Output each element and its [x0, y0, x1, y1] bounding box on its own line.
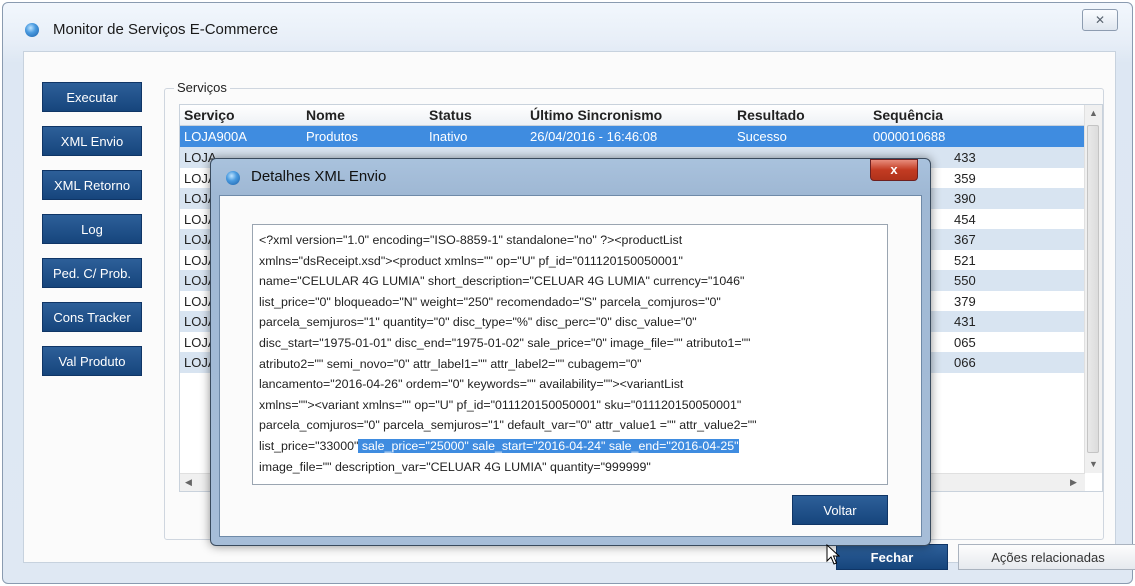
- table-cell-sequencia: 433: [954, 150, 976, 165]
- table-cell: 0000010688: [873, 129, 946, 144]
- vertical-scrollbar[interactable]: ▲ ▼: [1084, 105, 1102, 473]
- xml-content: <?xml version="1.0" encoding="ISO-8859-1…: [259, 230, 881, 477]
- table-cell: Sucesso: [737, 129, 787, 144]
- table-cell: LOJA900A: [184, 129, 247, 144]
- dialog-close-button[interactable]: x: [870, 159, 918, 181]
- xml-line: parcela_semjuros="1" quantity="0" disc_t…: [259, 315, 697, 330]
- xml-line: xmlns=""><variant xmlns="" op="U" pf_id=…: [259, 397, 742, 412]
- xml-line: <?xml version="1.0" encoding="ISO-8859-1…: [259, 233, 683, 247]
- column-header[interactable]: Serviço: [184, 107, 235, 123]
- table-cell: Inativo: [429, 129, 468, 144]
- xml-text-area[interactable]: <?xml version="1.0" encoding="ISO-8859-1…: [252, 224, 888, 485]
- scroll-up-arrow-icon[interactable]: ▲: [1089, 108, 1098, 118]
- action-button-7[interactable]: Val Produto: [42, 346, 142, 376]
- action-button-2[interactable]: XML Envio: [42, 126, 142, 156]
- acoes-relacionadas-button[interactable]: Ações relacionadas: [958, 544, 1135, 570]
- voltar-button[interactable]: Voltar: [792, 495, 888, 525]
- app-logo-icon: [25, 23, 39, 37]
- column-header[interactable]: Último Sincronismo: [530, 107, 662, 123]
- title-bar: Monitor de Serviços E-Commerce ✕: [3, 3, 1132, 53]
- dialog-app-icon: [226, 171, 240, 185]
- xml-line: atributo2="" semi_novo="0" attr_label1="…: [259, 356, 642, 371]
- xml-line: list_price="0" bloqueado="N" weight="250…: [259, 294, 721, 309]
- xml-line: parcela_comjuros="0" parcela_semjuros="1…: [259, 418, 757, 433]
- action-button-6[interactable]: Cons Tracker: [42, 302, 142, 332]
- dialog-body: <?xml version="1.0" encoding="ISO-8859-1…: [219, 195, 922, 537]
- window-close-button[interactable]: ✕: [1082, 9, 1118, 31]
- column-header[interactable]: Status: [429, 107, 472, 123]
- column-header[interactable]: Resultado: [737, 107, 805, 123]
- scroll-down-arrow-icon[interactable]: ▼: [1089, 459, 1098, 469]
- scroll-left-arrow-icon[interactable]: ◀: [185, 477, 192, 488]
- table-cell-sequencia: 379: [954, 293, 976, 309]
- action-button-1[interactable]: Executar: [42, 82, 142, 112]
- table-cell-sequencia: 390: [954, 191, 976, 206]
- table-cell-sequencia: 550: [954, 273, 976, 288]
- table-cell-sequencia: 521: [954, 252, 976, 268]
- window-title: Monitor de Serviços E-Commerce: [53, 21, 279, 38]
- grid-header: Serviço Nome Status Último Sincronismo Resul…: [180, 105, 1085, 126]
- table-cell: Produtos: [306, 129, 359, 144]
- xml-details-dialog: Detalhes XML Envio x <?xml version="1.0"…: [210, 158, 931, 546]
- table-cell-sequencia: 431: [954, 314, 976, 329]
- fechar-button[interactable]: Fechar: [836, 544, 948, 570]
- table-cell-sequencia: 454: [954, 211, 976, 227]
- table-cell-sequencia: 065: [954, 334, 976, 350]
- xml-text-selection: sale_price="25000" sale_start="2016-04-2…: [358, 438, 739, 453]
- action-button-5[interactable]: Ped. C/ Prob.: [42, 258, 142, 288]
- scroll-right-arrow-icon[interactable]: ▶: [1070, 477, 1077, 488]
- action-button-4[interactable]: Log: [42, 214, 142, 244]
- table-cell-sequencia: 367: [954, 232, 976, 247]
- xml-line: image_file="" description_var="CELUAR 4G…: [259, 459, 651, 474]
- xml-line: disc_start="1975-01-01" disc_end="1975-0…: [259, 335, 751, 350]
- xml-line: lancamento="2016-04-26" ordem="0" keywor…: [259, 377, 684, 392]
- services-group-legend: Serviços: [174, 80, 230, 95]
- dialog-title: Detalhes XML Envio: [251, 168, 387, 185]
- table-cell-sequencia: 359: [954, 170, 976, 186]
- xml-line: name="CELULAR 4G LUMIA" short_descriptio…: [259, 274, 745, 289]
- xml-line: list_price="33000" sale_price="25000" sa…: [259, 436, 881, 457]
- action-button-3[interactable]: XML Retorno: [42, 170, 142, 200]
- table-cell: 26/04/2016 - 16:46:08: [530, 129, 658, 144]
- column-header[interactable]: Sequência: [873, 107, 943, 123]
- table-row-selected[interactable]: LOJA900A Produtos Inativo 26/04/2016 - 16:4…: [180, 126, 1085, 147]
- column-header[interactable]: Nome: [306, 107, 345, 123]
- mouse-cursor-icon: [826, 544, 840, 565]
- xml-line: xmlns="dsReceipt.xsd"><product xmlns="" …: [259, 253, 683, 268]
- xml-text-plain: list_price="33000": [259, 438, 359, 453]
- scrollbar-thumb[interactable]: [1087, 125, 1099, 453]
- table-cell-sequencia: 066: [954, 355, 976, 370]
